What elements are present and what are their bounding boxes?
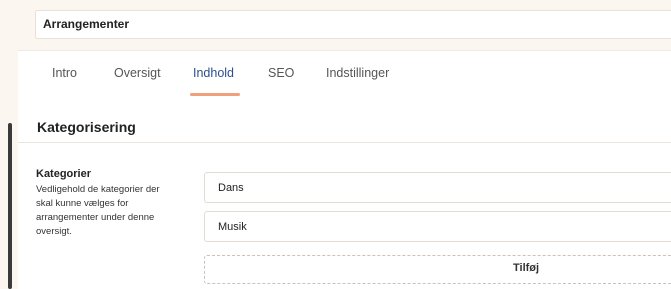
section-title: Kategorisering bbox=[37, 119, 136, 135]
add-button-label: Tilføj bbox=[513, 262, 540, 274]
section-kategorisering: Kategorisering Kategorier Vedligehold de… bbox=[18, 99, 671, 289]
page-title: Arrangementer bbox=[43, 17, 130, 31]
section-header: Kategorisering bbox=[18, 99, 671, 143]
scrollbar-thumb[interactable] bbox=[8, 123, 12, 289]
tab-bar: Intro Oversigt Indhold SEO Indstillinger bbox=[18, 50, 671, 100]
category-input-musik[interactable]: Musik bbox=[204, 211, 671, 242]
category-value: Musik bbox=[218, 221, 247, 233]
active-tab-indicator bbox=[190, 93, 240, 96]
tab-indstillinger[interactable]: Indstillinger bbox=[326, 66, 389, 80]
field-label: Kategorier bbox=[36, 168, 92, 180]
tab-seo[interactable]: SEO bbox=[268, 66, 294, 80]
tab-indhold[interactable]: Indhold bbox=[193, 66, 234, 80]
field-description: Vedligehold de kategorier der skal kunne… bbox=[36, 184, 160, 237]
tab-oversigt[interactable]: Oversigt bbox=[114, 66, 161, 80]
category-value: Dans bbox=[218, 182, 244, 194]
category-input-dans[interactable]: Dans bbox=[204, 172, 671, 203]
tab-intro[interactable]: Intro bbox=[52, 66, 77, 80]
title-bar: Arrangementer bbox=[35, 10, 671, 39]
page: Arrangementer Intro Oversigt Indhold SEO… bbox=[0, 0, 671, 289]
add-category-button[interactable]: Tilføj bbox=[204, 255, 671, 284]
